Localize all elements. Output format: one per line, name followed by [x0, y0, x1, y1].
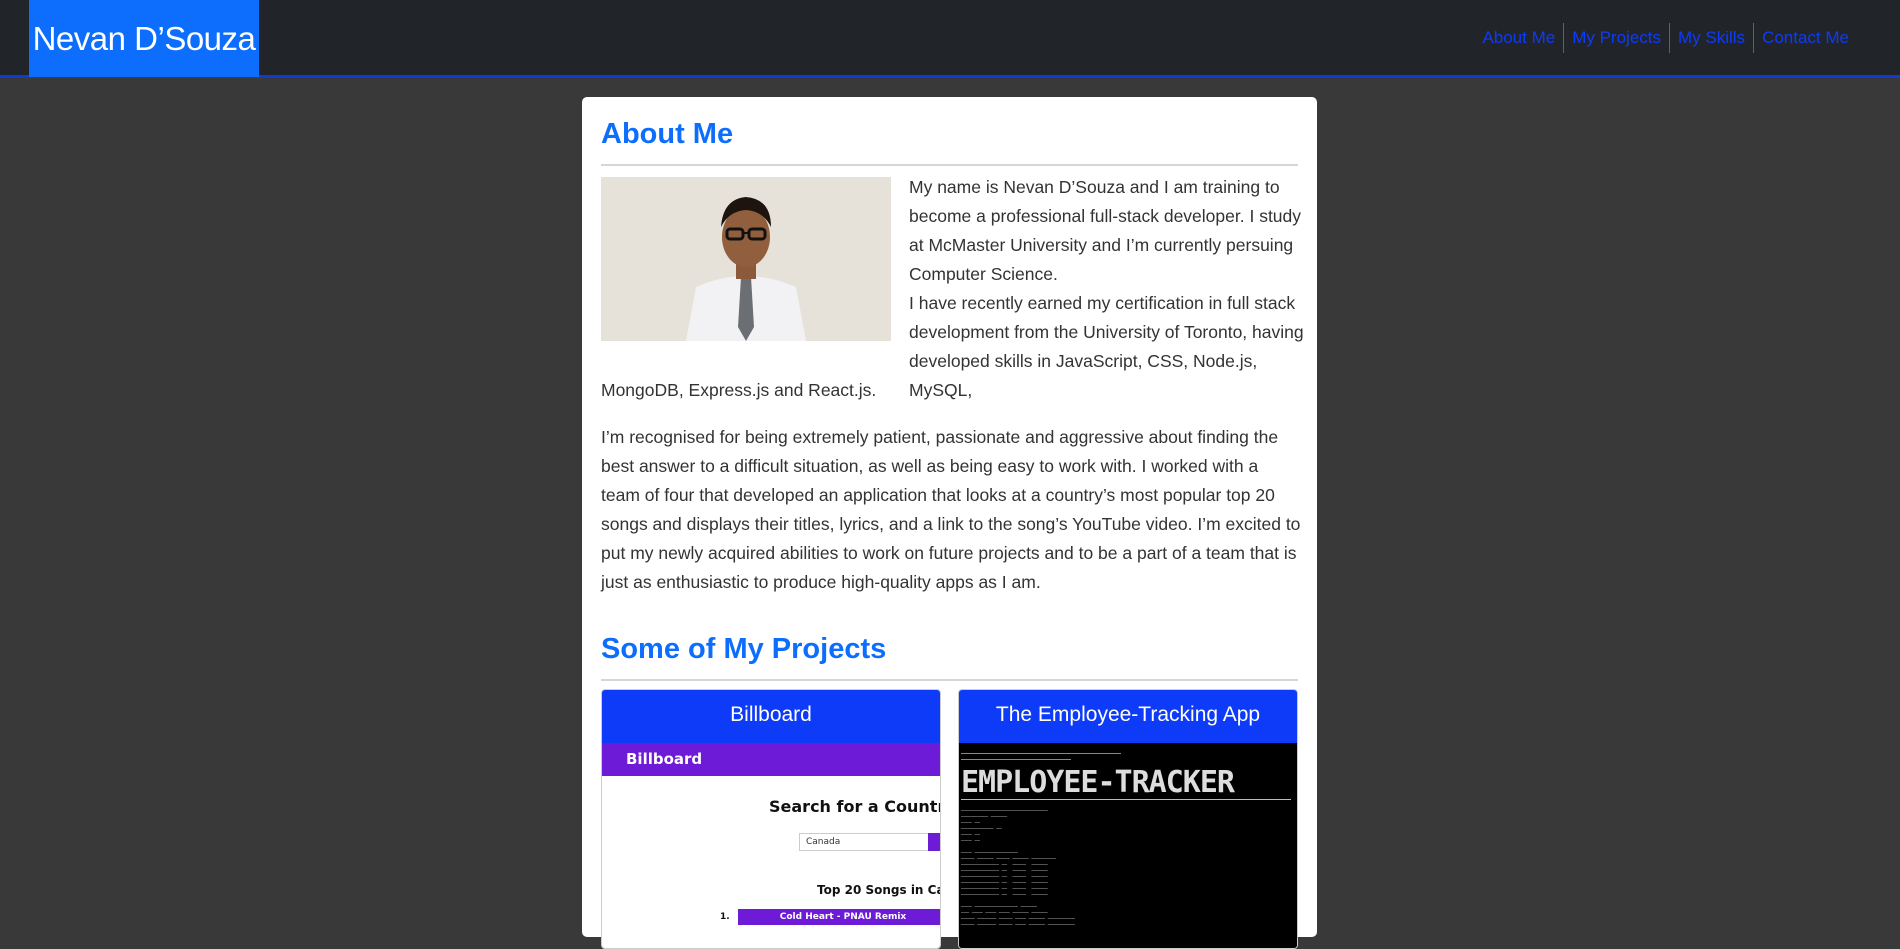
main-card: About Me My name is Nevan D’Souza and I …: [582, 97, 1317, 949]
terminal-line: [961, 759, 1071, 760]
nav-my-skills[interactable]: My Skills: [1669, 23, 1753, 53]
project-card-employee-tracker[interactable]: The Employee-Tracking App EMPLOYEE-TRACK…: [958, 689, 1298, 949]
billboard-search-heading: Search for a Country's: [769, 797, 940, 816]
site-header: Nevan D’Souza About Me My Projects My Sk…: [0, 0, 1900, 78]
about-paragraph-3: I’m recognised for being extremely patie…: [601, 427, 1301, 592]
profile-photo: [601, 177, 891, 341]
employee-tracker-banner: EMPLOYEE-TRACKER: [961, 765, 1235, 800]
projects-title: Some of My Projects: [601, 624, 1298, 681]
billboard-search-button: [928, 833, 940, 851]
project-card-billboard[interactable]: Billboard Billboard Search for a Country…: [601, 689, 941, 949]
nav-contact-me[interactable]: Contact Me: [1753, 23, 1857, 53]
billboard-app-bar: Billboard: [602, 743, 940, 776]
billboard-song-row: Cold Heart - PNAU Remix: [738, 909, 940, 925]
terminal-divider: [961, 799, 1291, 800]
billboard-list-heading: Top 20 Songs in Canad: [817, 883, 940, 897]
nav-about-me[interactable]: About Me: [1474, 23, 1563, 53]
about-paragraph-2-continued: MongoDB, Express.js and React.js.: [601, 380, 877, 400]
project-title[interactable]: Billboard: [602, 690, 940, 743]
terminal-line: [961, 753, 1121, 754]
employee-tracker-screenshot[interactable]: EMPLOYEE-TRACKER ───────────────────────…: [959, 743, 1297, 948]
billboard-rank: 1.: [720, 912, 730, 922]
billboard-search-input: Canada: [799, 833, 929, 851]
billboard-screenshot[interactable]: Billboard Search for a Country's Canada …: [602, 743, 940, 948]
project-title[interactable]: The Employee-Tracking App: [959, 690, 1297, 743]
nav-my-projects[interactable]: My Projects: [1563, 23, 1669, 53]
brand-logo[interactable]: Nevan D’Souza: [29, 0, 259, 77]
about-title: About Me: [601, 109, 1298, 166]
about-paragraph-1: My name is Nevan D’Souza and I am traini…: [909, 177, 1302, 284]
main-nav: About Me My Projects My Skills Contact M…: [1474, 23, 1857, 53]
terminal-output: ──────────────────────────────── ───────…: [961, 809, 1075, 928]
